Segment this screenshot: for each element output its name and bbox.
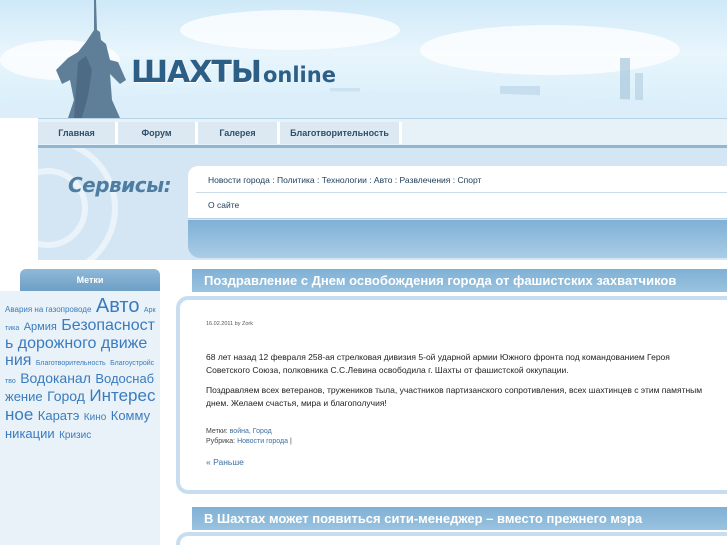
services-title: Сервисы: [68, 173, 172, 197]
post-meta: 16.02.2011 by Zork [206, 321, 253, 327]
header-cloud [180, 10, 400, 50]
post-tags-row: Метки: война, Город [206, 428, 272, 435]
nav-item-home[interactable]: Главная [38, 122, 118, 144]
tag-link[interactable]: Авто [96, 295, 140, 317]
link-separator: : [269, 175, 277, 185]
tag-cloud: Авария на газопроводе Авто Арктика Армия… [0, 291, 160, 545]
post-body [176, 532, 727, 545]
tag-link[interactable]: Каратэ [38, 408, 80, 423]
tag-link[interactable]: Водоканал [20, 370, 91, 386]
site-logo[interactable]: ШАХТЫ online [131, 55, 336, 90]
tag-link[interactable]: Армия [24, 321, 57, 333]
service-link-technology[interactable]: Технологии [322, 175, 367, 185]
service-link-auto[interactable]: Авто [374, 175, 393, 185]
link-separator: : [392, 175, 400, 185]
tag-link[interactable]: Кино [84, 412, 107, 423]
links-divider [196, 192, 727, 193]
nav-item-gallery[interactable]: Галерея [198, 122, 280, 144]
nav-item-forum[interactable]: Форум [118, 122, 198, 144]
service-link-sport[interactable]: Спорт [457, 175, 481, 185]
logo-main-text: ШАХТЫ [131, 55, 262, 90]
service-link-city-news[interactable]: Новости города [208, 175, 270, 185]
post-rubric-separator: | [289, 438, 292, 445]
services-links: Новости города : Политика : Технологии :… [208, 175, 481, 185]
post-tags-links[interactable]: война, Город [230, 428, 272, 435]
service-link-entertainment[interactable]: Развлечения [400, 175, 451, 185]
tags-header: Метки [20, 269, 160, 291]
about-link[interactable]: О сайте [208, 200, 239, 210]
nav-item-charity[interactable]: Благотворительность [280, 122, 402, 144]
post-tags-label: Метки: [206, 428, 228, 435]
tag-link[interactable]: Город [47, 388, 85, 404]
monument-image [56, 0, 126, 118]
service-link-politics[interactable]: Политика [277, 175, 315, 185]
post-rubric-link[interactable]: Новости города [237, 438, 288, 445]
tag-link[interactable]: Кризис [59, 430, 91, 441]
post-title[interactable]: Поздравление с Днем освобождения города … [192, 269, 727, 292]
tag-link[interactable]: Авария на газопроводе [5, 305, 91, 314]
post-paragraph: 68 лет назад 12 февраля 258-ая стрелкова… [206, 352, 670, 375]
logo-sub-text: online [262, 63, 336, 87]
link-separator: : [366, 175, 374, 185]
about-row: О сайте [208, 200, 239, 210]
link-separator: : [314, 175, 322, 185]
post-rubric-label: Рубрика: [206, 438, 236, 445]
main-navigation: Главная Форум Галерея Благотворительност… [38, 118, 727, 148]
post-rubric-row: Рубрика: Новости города | [206, 438, 292, 445]
services-strip [188, 220, 727, 258]
tag-link[interactable]: Благотворительность [36, 360, 106, 367]
site-header: ШАХТЫ online [0, 0, 727, 118]
post-title[interactable]: В Шахтах может появиться сити-менеджер –… [192, 507, 727, 530]
older-posts-link[interactable]: « Раньше [206, 457, 244, 467]
post-paragraph: Поздравляем всех ветеранов, тружеников т… [206, 385, 703, 408]
